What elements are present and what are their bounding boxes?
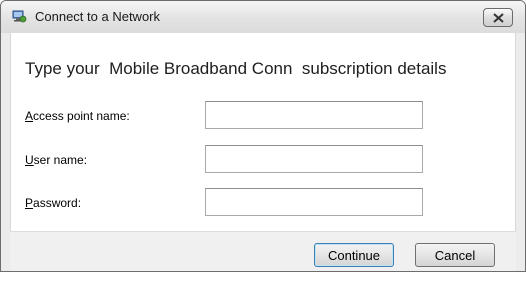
user-name-input[interactable]: [205, 145, 423, 173]
connect-dialog: Connect to a Network Type your Mobile Br…: [0, 0, 526, 272]
access-point-name-input[interactable]: [205, 101, 423, 129]
user-name-label: User name:: [25, 153, 88, 167]
button-bar: Continue Cancel: [10, 231, 516, 271]
password-label: Password:: [25, 196, 82, 210]
access-point-label: Access point name:: [25, 109, 130, 123]
continue-button[interactable]: Continue: [314, 243, 394, 267]
password-input[interactable]: [205, 188, 423, 216]
cancel-button[interactable]: Cancel: [415, 243, 495, 267]
title-bar: Connect to a Network: [1, 1, 525, 33]
page-heading: Type your Mobile Broadband Conn subscrip…: [25, 59, 447, 78]
close-button[interactable]: [483, 8, 513, 27]
window-title: Connect to a Network: [35, 9, 161, 24]
close-icon: [493, 13, 504, 23]
dialog-content: Type your Mobile Broadband Conn subscrip…: [10, 33, 516, 231]
network-globe-icon: [11, 8, 27, 24]
